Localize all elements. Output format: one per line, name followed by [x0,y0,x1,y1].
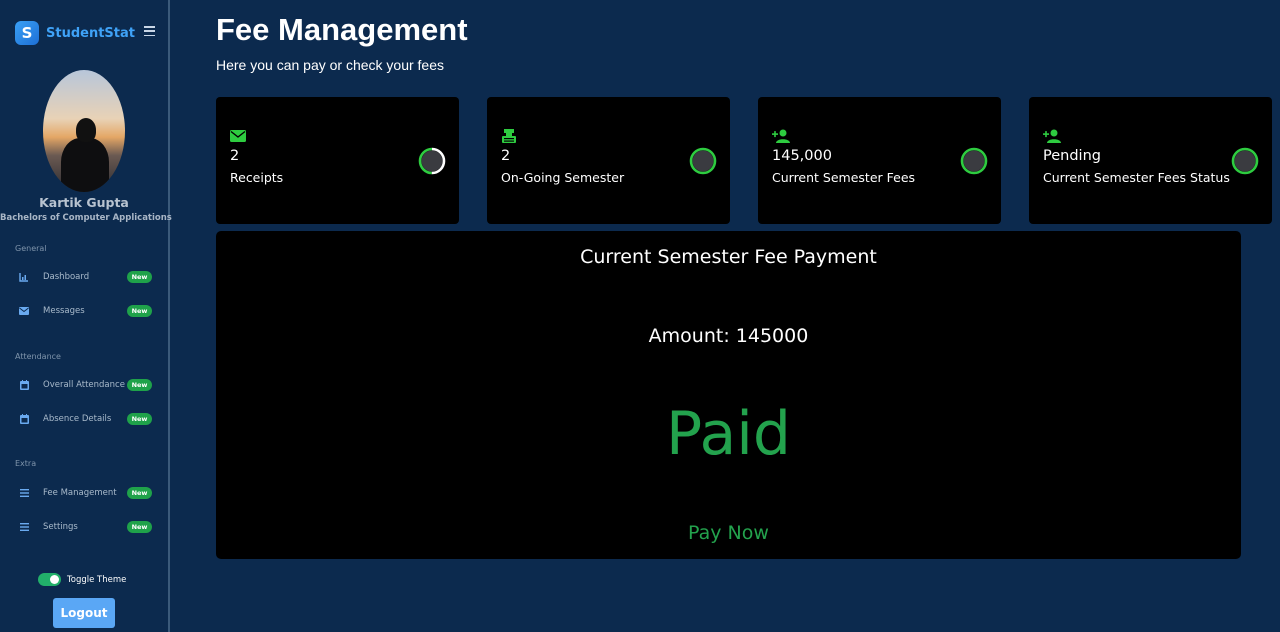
new-badge: New [127,271,152,283]
stat-value: Pending [1043,148,1101,164]
fee-payment-panel: Current Semester Fee Payment Amount: 145… [216,231,1241,559]
calendar-icon [19,380,29,390]
sidebar-item-label: Settings [43,522,78,532]
menu-toggle-icon[interactable] [144,26,155,36]
user-course: Bachelors of Computer Applications [0,213,172,223]
avatar [43,70,125,192]
new-badge: New [127,487,152,499]
stat-label: Current Semester Fees [772,170,916,185]
brand-logo: S [15,21,39,45]
stat-card-ongoing-semester: 2 On-Going Semester [487,97,730,224]
user-plus-icon [772,128,790,144]
section-label-extra: Extra [15,459,37,468]
list-icon [19,488,29,498]
progress-ring [418,147,446,175]
stat-value: 2 [501,148,511,164]
stat-card-fees-status: Pending Current Semester Fees Status [1029,97,1272,224]
bar-chart-icon [19,272,29,282]
progress-ring [1231,147,1259,175]
new-badge: New [127,413,152,425]
stat-value: 2 [230,148,240,164]
logout-button[interactable]: Logout [53,598,115,628]
progress-ring [960,147,988,175]
sidebar-item-absence-details[interactable]: Absence Details New [0,407,168,431]
payment-status: Paid [665,399,791,469]
sidebar-item-label: Messages [43,306,85,316]
section-label-attendance: Attendance [15,352,61,361]
sidebar-item-messages[interactable]: Messages New [0,299,168,323]
envelope-icon [19,306,29,316]
stat-value: 145,000 [772,148,832,164]
envelope-icon [230,128,246,144]
pay-now-button[interactable]: Pay Now [216,522,1241,544]
list-icon [19,522,29,532]
page-title: Fee Management [216,12,468,47]
sidebar-item-overall-attendance[interactable]: Overall Attendance New [0,373,168,397]
sidebar-item-fee-management[interactable]: Fee Management New [0,481,168,505]
user-plus-icon [1043,128,1061,144]
new-badge: New [127,305,152,317]
brand[interactable]: S StudentStat [15,21,135,45]
cash-register-icon [501,128,517,144]
sidebar-item-label: Fee Management [43,488,117,498]
new-badge: New [127,521,152,533]
stat-label: Receipts [230,170,284,185]
page-subtitle: Here you can pay or check your fees [216,57,445,73]
theme-toggle-label: Toggle Theme [67,575,127,585]
payment-title: Current Semester Fee Payment [580,246,877,268]
sidebar-item-label: Absence Details [43,414,112,424]
section-label-general: General [15,244,47,253]
progress-ring [689,147,717,175]
theme-toggle[interactable] [38,573,61,586]
sidebar-item-label: Dashboard [43,272,90,282]
sidebar: S StudentStat Kartik Gupta Bachelors of … [0,0,172,632]
stat-card-receipts: 2 Receipts [216,97,459,224]
stat-label: Current Semester Fees Status [1043,170,1230,185]
new-badge: New [127,379,152,391]
brand-name: StudentStat [46,25,135,41]
calendar-icon [19,414,29,424]
stat-card-current-semester-fees: 145,000 Current Semester Fees [758,97,1001,224]
payment-amount: Amount: 145000 [648,325,809,347]
sidebar-item-label: Overall Attendance [43,380,125,390]
sidebar-item-settings[interactable]: Settings New [0,515,168,539]
user-name: Kartik Gupta [39,195,129,210]
stat-label: On-Going Semester [501,170,625,185]
sidebar-item-dashboard[interactable]: Dashboard New [0,265,168,289]
